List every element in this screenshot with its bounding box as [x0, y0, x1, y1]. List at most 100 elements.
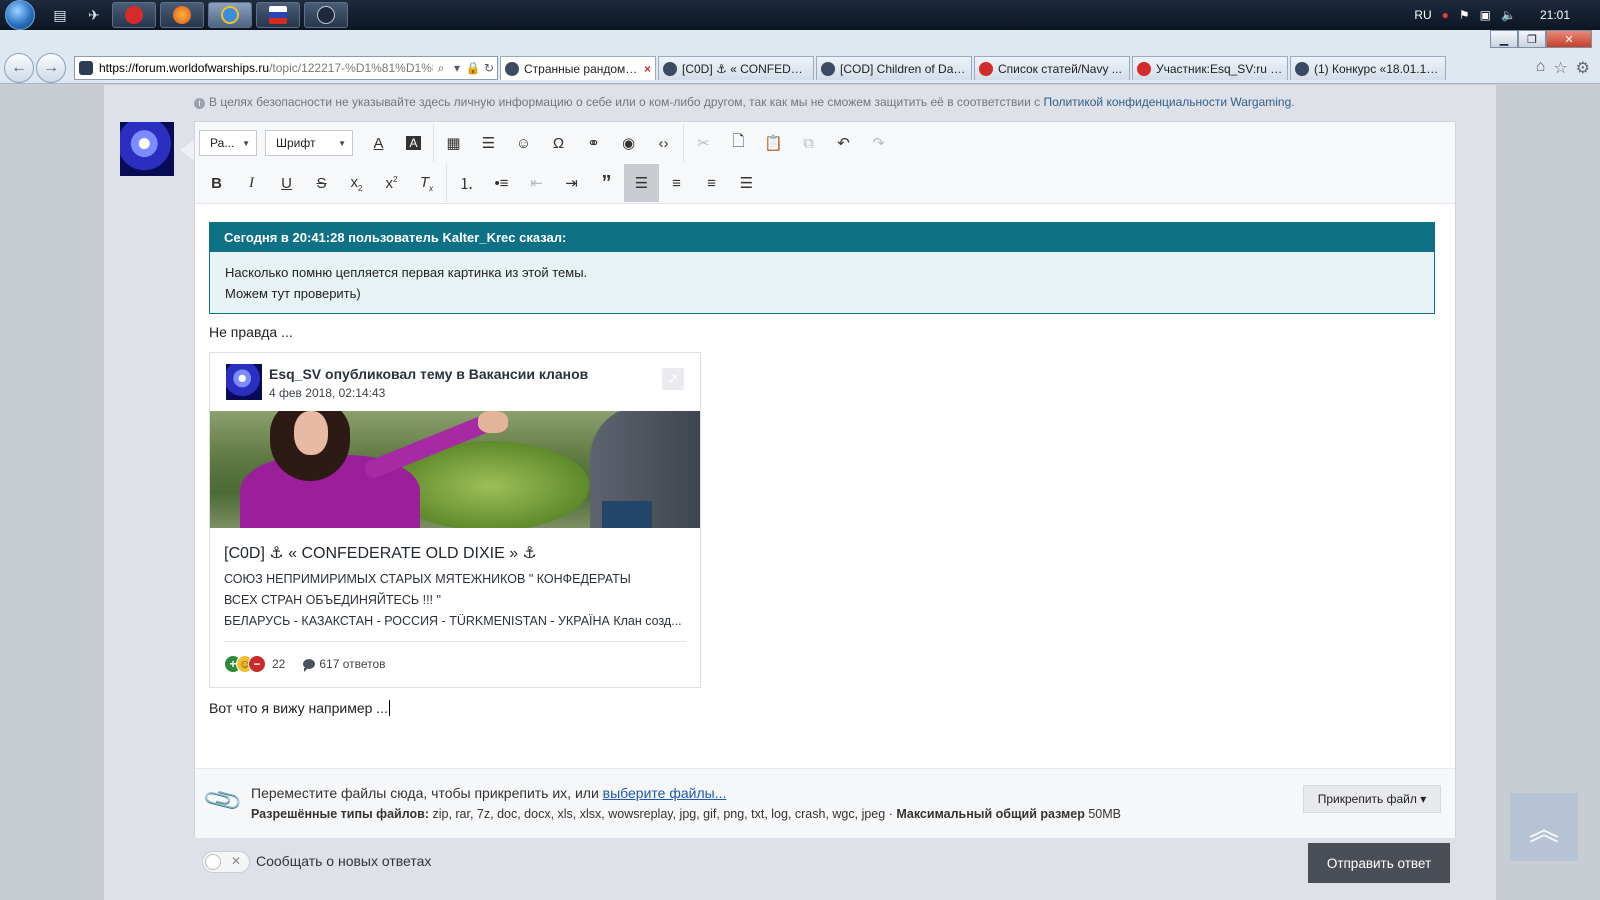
- cut-button[interactable]: ✂: [686, 124, 721, 162]
- attach-file-button[interactable]: Прикрепить файл ▾: [1303, 785, 1441, 813]
- taskbar-app-ie[interactable]: [208, 2, 252, 28]
- open-external-icon[interactable]: ↗: [662, 368, 684, 390]
- quote-button[interactable]: ”: [589, 164, 624, 202]
- justify-button[interactable]: ☰: [729, 164, 764, 202]
- taskbar-app-opera[interactable]: [112, 2, 156, 28]
- plane-icon[interactable]: ✈: [80, 3, 108, 27]
- post-editor: Ра... ▼ Шрифт ▼ A A ▦ ☰ ☺ Ω ⚭ ◉ ‹› ✂ 🗋 📋: [194, 121, 1456, 838]
- align-left-icon: ☰: [634, 175, 649, 192]
- embed-footer: + ☺ − 22 617 ответов: [224, 653, 386, 675]
- scroll-to-top-button[interactable]: ︽: [1510, 793, 1578, 861]
- emoji-button[interactable]: ☺: [506, 124, 541, 162]
- tab-strange-random[interactable]: Странные рандомн... ×: [500, 56, 656, 80]
- network-tray-icon[interactable]: ▣: [1480, 8, 1491, 22]
- clear-format-button[interactable]: Tx: [409, 164, 444, 202]
- text-color-button[interactable]: A: [361, 124, 396, 162]
- preview-button[interactable]: 🗋: [721, 124, 756, 162]
- close-window-button[interactable]: ✕: [1546, 30, 1592, 48]
- table-button[interactable]: ▦: [436, 124, 471, 162]
- subscript-button[interactable]: x2: [339, 164, 374, 202]
- paste-button[interactable]: 📋: [756, 124, 791, 162]
- comment-bubble-icon: [303, 659, 316, 672]
- language-indicator[interactable]: RU: [1414, 8, 1431, 22]
- embed-author-avatar[interactable]: [226, 364, 262, 400]
- home-icon[interactable]: ⌂: [1536, 58, 1546, 78]
- spoiler-button[interactable]: ◉: [611, 124, 646, 162]
- align-center-icon: ≡: [672, 174, 681, 192]
- align-left-button[interactable]: ☰: [624, 164, 659, 202]
- volume-tray-icon[interactable]: 🔈: [1501, 8, 1516, 22]
- notify-label[interactable]: Сообщать о новых ответах: [256, 853, 431, 869]
- copy-button[interactable]: ⧉: [791, 124, 826, 162]
- bullet-list-button[interactable]: •≡: [484, 164, 519, 202]
- strikethrough-button[interactable]: S: [304, 164, 339, 202]
- url-text[interactable]: https://forum.worldofwarships.ru/topic/1…: [99, 61, 433, 75]
- reply-count: 617 ответов: [319, 657, 386, 671]
- max-size-label: Максимальный общий размер: [896, 807, 1085, 821]
- align-center-button[interactable]: ≡: [659, 164, 694, 202]
- editor-content[interactable]: Сегодня в 20:41:28 пользователь Kalter_K…: [209, 222, 1441, 716]
- show-desktop-icon[interactable]: ▤: [46, 3, 74, 27]
- dropdown-icon[interactable]: ▾: [449, 61, 465, 75]
- forward-button[interactable]: →: [36, 53, 66, 83]
- format-select[interactable]: Ра... ▼: [199, 130, 257, 156]
- special-char-button[interactable]: Ω: [541, 124, 576, 162]
- topic-embed-card[interactable]: Esq_SV опубликовал тему в Вакансии клано…: [209, 352, 701, 688]
- taskbar-app-flag[interactable]: [256, 2, 300, 28]
- indent-button[interactable]: ⇥: [554, 164, 589, 202]
- toolbar-row-2: B I U S x2 x2 Tx ⒈ •≡ ⇤ ⇥ ” ☰ ≡ ≡ ☰: [199, 164, 764, 202]
- notify-toggle[interactable]: ✕: [202, 851, 250, 873]
- superscript-button[interactable]: x2: [374, 164, 409, 202]
- avatar[interactable]: [120, 122, 174, 176]
- opera-tray-icon[interactable]: ●: [1442, 8, 1449, 22]
- underline-button[interactable]: U: [269, 164, 304, 202]
- tab-user-esq-sv[interactable]: Участник:Esq_SV:ru — ...: [1132, 56, 1288, 80]
- tab-contest[interactable]: (1) Конкурс «18.01.19»....: [1290, 56, 1446, 80]
- flag-tray-icon[interactable]: ⚑: [1459, 8, 1470, 22]
- redo-button[interactable]: ↷: [861, 124, 896, 162]
- privacy-policy-link[interactable]: Политикой конфиденциальности Wargaming: [1043, 95, 1291, 109]
- choose-files-link[interactable]: выберите файлы...: [603, 785, 727, 801]
- opera-tab-icon: [1137, 61, 1151, 76]
- privacy-notice: i В целях безопасности не указывайте здес…: [194, 95, 1295, 109]
- tab-confederate[interactable]: [C0D] ⚓ « CONFEDERA...: [658, 56, 814, 80]
- settings-gear-icon[interactable]: ⚙: [1576, 58, 1590, 78]
- numbered-list-icon: ⒈: [458, 175, 474, 193]
- embed-cover-image[interactable]: [210, 411, 700, 528]
- embed-title[interactable]: Esq_SV опубликовал тему в Вакансии клано…: [269, 366, 588, 382]
- align-right-button[interactable]: ≡: [694, 164, 729, 202]
- reply-area: i В целях безопасности не указывайте здес…: [104, 85, 1496, 900]
- tab-label: [C0D] ⚓ « CONFEDERA...: [682, 61, 809, 76]
- background-color-button[interactable]: A: [396, 124, 431, 162]
- lock-icon[interactable]: 🔒: [465, 61, 481, 75]
- back-button[interactable]: ←: [4, 53, 34, 83]
- address-bar[interactable]: https://forum.worldofwarships.ru/topic/1…: [74, 56, 498, 80]
- search-icon[interactable]: ⌕: [433, 61, 449, 76]
- numbered-list-button[interactable]: ⒈: [449, 164, 484, 202]
- submit-reply-button[interactable]: Отправить ответ: [1308, 843, 1450, 883]
- embed-topic-heading[interactable]: [C0D] ⚓ « CONFEDERATE OLD DIXIE » ⚓: [224, 543, 537, 563]
- link-button[interactable]: ⚭: [576, 124, 611, 162]
- system-tray: RU ● ⚑ ▣ 🔈 21:01: [1414, 0, 1600, 30]
- tab-article-list[interactable]: Список статей/Navy ...: [974, 56, 1130, 80]
- outdent-button[interactable]: ⇤: [519, 164, 554, 202]
- minimize-button[interactable]: ▁: [1490, 30, 1518, 48]
- bold-button[interactable]: B: [199, 164, 234, 202]
- maximize-button[interactable]: ❐: [1518, 30, 1546, 48]
- omega-icon: Ω: [552, 134, 565, 152]
- favorites-star-icon[interactable]: ☆: [1553, 58, 1567, 78]
- taskbar-app-wows[interactable]: [304, 2, 348, 28]
- undo-button[interactable]: ↶: [826, 124, 861, 162]
- code-button[interactable]: ‹›: [646, 124, 681, 162]
- refresh-icon[interactable]: ↻: [481, 61, 497, 75]
- quote-body: Насколько помню цепляется первая картинк…: [209, 252, 1435, 314]
- tab-children-of-dagon[interactable]: [COD] Children of Dago...: [816, 56, 972, 80]
- start-button[interactable]: [0, 0, 40, 30]
- horizontal-rule-button[interactable]: ☰: [471, 124, 506, 162]
- attachment-dropzone[interactable]: 📎 Переместите файлы сюда, чтобы прикрепи…: [195, 768, 1455, 838]
- close-tab-icon[interactable]: ×: [644, 62, 651, 76]
- italic-button[interactable]: I: [234, 164, 269, 202]
- font-select[interactable]: Шрифт ▼: [265, 130, 353, 156]
- taskbar-app-firefox[interactable]: [160, 2, 204, 28]
- clock[interactable]: 21:01: [1540, 8, 1570, 22]
